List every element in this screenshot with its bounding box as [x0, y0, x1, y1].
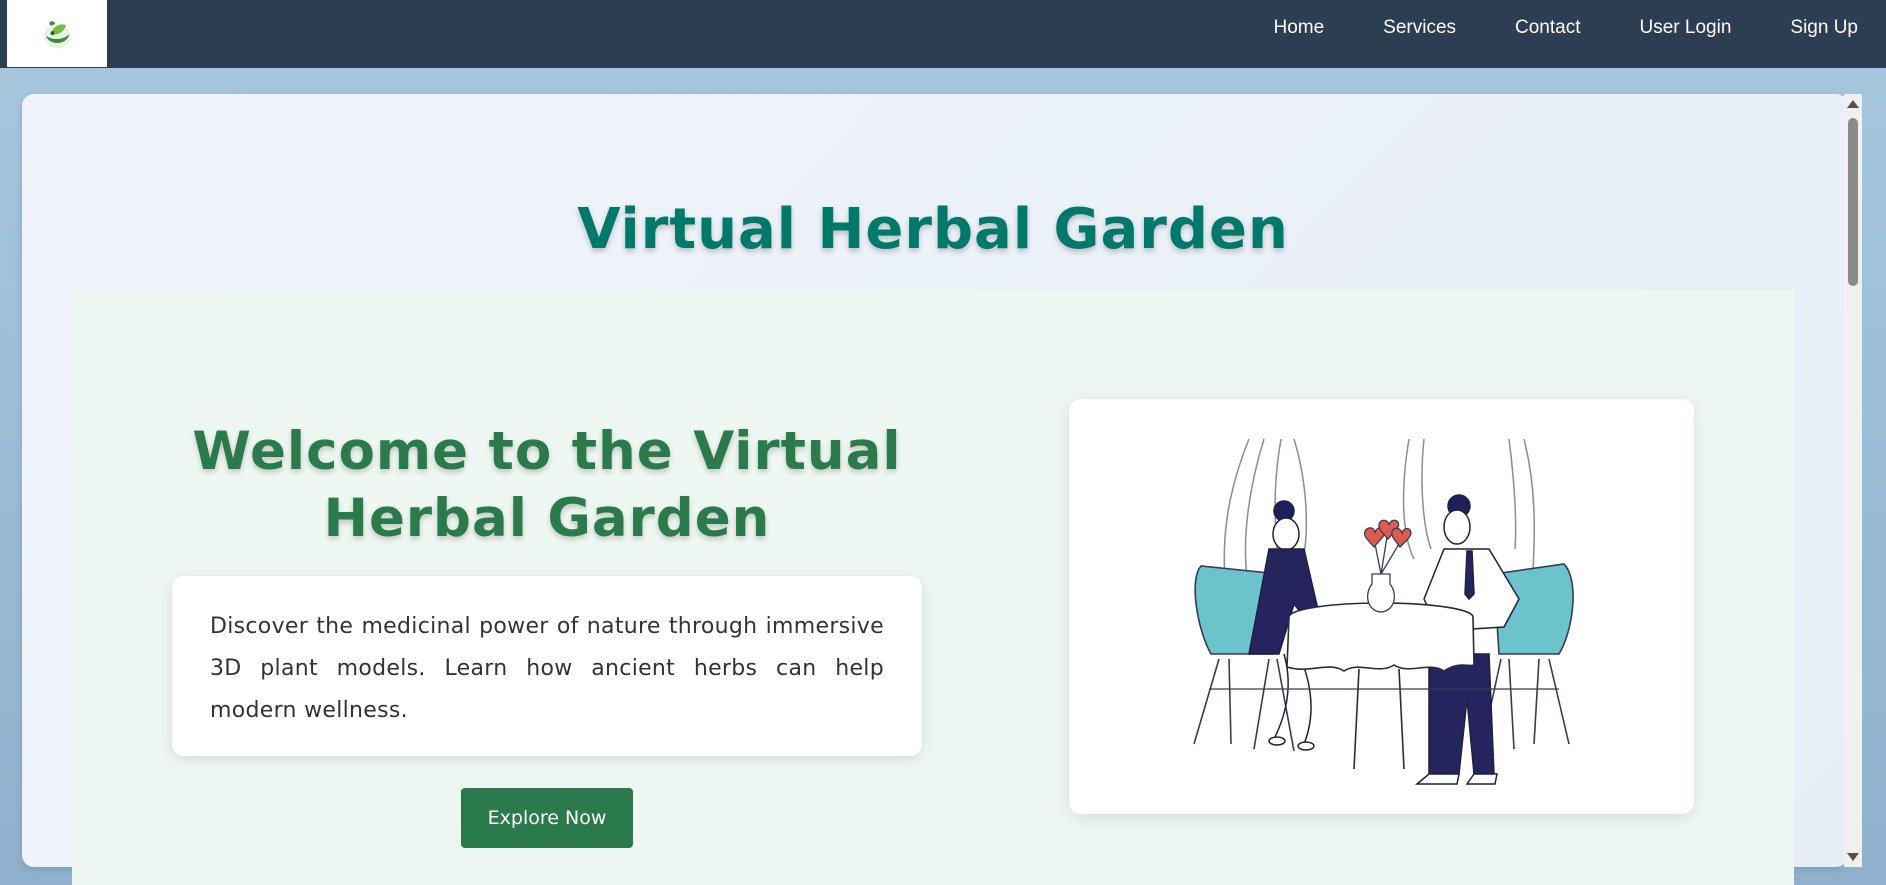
couple-dining-illustration [1193, 438, 1574, 785]
welcome-heading-line1: Welcome to the Virtual [192, 421, 902, 482]
top-navbar: Home Services Contact User Login Sign Up [0, 0, 1886, 68]
page-title: Virtual Herbal Garden [577, 197, 1289, 262]
leaf-logo-icon [44, 20, 70, 48]
welcome-heading: Welcome to the Virtual Herbal Garden [172, 418, 922, 552]
explore-now-button[interactable]: Explore Now [461, 788, 633, 848]
description-box: Discover the medicinal power of nature t… [172, 576, 922, 756]
nav-services-link[interactable]: Services [1383, 17, 1456, 39]
nav-home-link[interactable]: Home [1273, 17, 1324, 39]
nav-contact-link[interactable]: Contact [1515, 17, 1580, 39]
nav-sign-up-link[interactable]: Sign Up [1790, 17, 1858, 39]
hero-image-card [1069, 399, 1694, 814]
welcome-heading-line2: Herbal Garden [323, 488, 771, 549]
description-text: Discover the medicinal power of nature t… [210, 614, 884, 723]
scroll-thumb[interactable] [1848, 118, 1858, 286]
site-logo[interactable] [7, 0, 107, 67]
nav-user-login-link[interactable]: User Login [1640, 17, 1732, 39]
scroll-down-arrow-icon[interactable] [1847, 853, 1859, 861]
scroll-up-arrow-icon[interactable] [1847, 100, 1859, 108]
vertical-scrollbar[interactable] [1844, 94, 1862, 867]
nav-links: Home Services Contact User Login Sign Up [1273, 0, 1858, 56]
